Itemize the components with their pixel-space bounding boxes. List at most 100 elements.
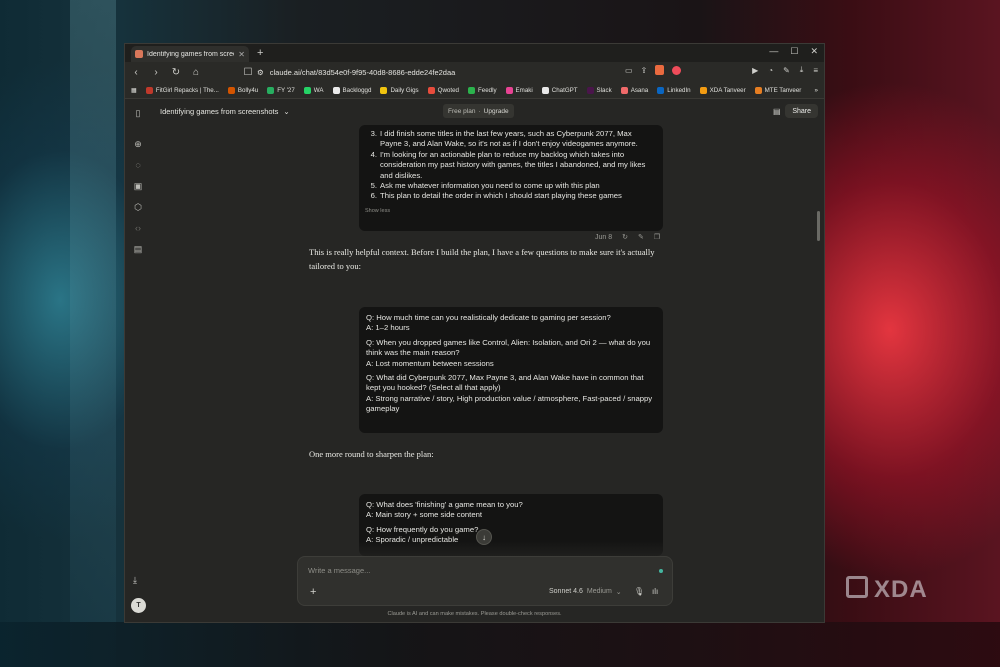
background-floor [0,622,1000,667]
briefcase-icon[interactable]: ▤ [132,243,144,255]
message-input[interactable]: Write a message... [308,566,370,575]
bookmark-favicon-icon [541,86,549,94]
qa-block: Q: How much time can you realistically d… [359,307,663,433]
question-text: Q: How much time can you realistically d… [366,313,611,322]
forward-icon[interactable]: › [151,67,161,78]
share-button[interactable]: Share [785,104,818,118]
reload-icon[interactable]: ↻ [171,67,181,78]
address-bar-row: ‹ › ↻ ⌂ ☐ ⚙ claude.ai/chat/83d54e0f-9f95… [125,62,824,82]
window-controls: — ☐ ✕ [769,46,818,57]
scroll-to-bottom-button[interactable]: ↓ [476,529,492,545]
extensions-icon[interactable]: ✎ [783,66,790,75]
scroll-thumb[interactable] [817,211,820,241]
model-selector[interactable]: Sonnet 4.6 Medium ⌄ [549,588,622,596]
bookmark-favicon-icon [505,86,513,94]
bookmark-favicon-icon [332,86,340,94]
show-less-button[interactable]: Show less [365,206,655,216]
question-text: Q: When you dropped games like Control, … [366,337,651,358]
bookmark-item[interactable]: Bolly4u [227,86,258,94]
bookmark-item[interactable]: Slack [586,86,612,94]
bookmark-favicon-icon [267,86,275,94]
new-tab-button[interactable]: + [257,47,263,59]
code-icon[interactable]: ‹› [132,222,144,234]
apps-grid-icon[interactable]: ▦ [131,87,137,94]
url-text: claude.ai/chat/83d54e0f-9f95-40d8-8686-e… [269,67,456,77]
url-field[interactable]: ⚙ claude.ai/chat/83d54e0f-9f95-40d8-8686… [257,65,527,79]
bookmark-favicon-icon [427,86,435,94]
bookmark-favicon-icon [467,86,475,94]
question-text: Q: How frequently do you game? [366,524,479,534]
plan-badge[interactable]: Free plan · Upgrade [443,104,514,118]
qa-item: Q: What does 'finishing' a game mean to … [366,500,656,521]
scrollbar[interactable] [817,121,820,571]
sidebar-toggle-icon[interactable]: ▯ [132,107,144,119]
question-text: Q: What does 'finishing' a game mean to … [366,500,523,509]
retry-icon[interactable]: ↻ [622,233,628,241]
disclaimer: Claude is AI and can make mistakes. Plea… [387,611,562,617]
question-text: Q: What did Cyberpunk 2077, Max Payne 3,… [366,373,644,393]
message-date: Jun 8 [595,233,613,241]
microphone-icon[interactable]: 🎙︎ [634,587,644,596]
edit-icon[interactable]: ✎ [638,233,644,241]
bookmark-item[interactable]: Qwoted [427,86,459,94]
tab-bar: Identifying games from screenshots ✕ + —… [125,44,824,62]
upgrade-link[interactable]: Upgrade [484,108,509,115]
bookmark-item[interactable]: XDA Tanveer [699,86,746,94]
home-icon[interactable]: ⌂ [191,67,201,78]
bookmark-item[interactable]: Emaki [505,86,533,94]
tab-close-icon[interactable]: ✕ [238,50,245,59]
back-icon[interactable]: ‹ [131,67,141,78]
bookmarks-bar: ▦ FitGirl Repacks | The... Bolly4u FY '2… [125,82,824,99]
bookmark-favicon-icon [303,86,311,94]
bookmark-favicon-icon [699,86,707,94]
voice-mode-icon[interactable]: ılı [652,587,658,596]
bookmark-item[interactable]: ChatGPT [541,86,578,94]
maximize-button[interactable]: ☐ [790,46,798,57]
bookmark-item[interactable]: Feedly [467,86,497,94]
projects-icon[interactable]: ▣ [132,180,144,192]
bookmark-item[interactable]: FitGirl Repacks | The... [145,86,219,94]
model-name: Sonnet 4.6 [549,588,583,595]
brave-shield-icon[interactable] [655,65,665,75]
chevron-down-icon: ⌄ [615,589,622,596]
qa-item: Q: How much time can you realistically d… [366,313,656,334]
site-info-icon[interactable]: ⚙ [257,68,264,77]
downloads-icon[interactable]: ⤓ [800,65,804,75]
menu-icon[interactable]: ≡ [813,66,818,75]
bookmark-item[interactable]: MTE Tanveer [754,86,801,94]
message-composer[interactable]: Write a message... + Sonnet 4.6 Medium ⌄… [297,556,673,606]
bookmark-item[interactable]: LinkedIn [657,86,691,94]
tab-active[interactable]: Identifying games from screenshots ✕ [131,46,249,62]
new-chat-icon[interactable]: ⊕ [132,138,144,150]
document-icon[interactable]: ▤ [773,107,781,116]
brave-rewards-icon[interactable] [672,65,682,75]
chat-title[interactable]: Identifying games from screenshots ⌄ [160,107,290,116]
user-message-list: 3. I did finish some titles in the last f… [367,129,655,202]
artifacts-icon[interactable]: ⬡ [132,201,144,213]
media-icon[interactable]: ▶ [752,66,758,75]
chat-icon[interactable]: ◔ [768,66,773,75]
answer-text: A: Main story + some side content [366,510,483,520]
copy-icon[interactable]: ❐ [654,233,660,241]
bookmark-favicon-icon [657,86,665,94]
bookmark-item[interactable]: Asana [620,86,648,94]
list-item: 4. I'm looking for an actionable plan to … [370,149,646,180]
add-attachment-button[interactable]: + [310,586,316,598]
bookmark-item[interactable]: Daily Gigs [380,86,419,94]
share-page-icon[interactable]: ⇪ [641,66,648,75]
close-window-button[interactable]: ✕ [810,46,818,57]
chats-icon[interactable]: ◌ [132,159,144,171]
minimize-button[interactable]: — [769,46,778,57]
bookmark-item[interactable]: Backloggd [332,86,371,94]
address-actions: ▭ ⇪ [625,65,682,75]
qa-item: Q: When you dropped games like Control, … [366,338,656,369]
sidebar: ▯ ⊕ ◌ ▣ ⬡ ‹› ▤ [125,101,151,622]
bookmark-icon[interactable]: ☐ [243,67,253,78]
screen-icon[interactable]: ▭ [625,66,633,75]
bookmark-item[interactable]: FY '27 [267,86,295,94]
download-app-icon[interactable]: ⤓ [133,575,137,586]
bookmarks-overflow-button[interactable]: » [815,87,818,94]
claude-favicon-icon [135,50,143,58]
bookmark-favicon-icon [620,86,628,94]
bookmark-item[interactable]: WA [303,86,324,94]
